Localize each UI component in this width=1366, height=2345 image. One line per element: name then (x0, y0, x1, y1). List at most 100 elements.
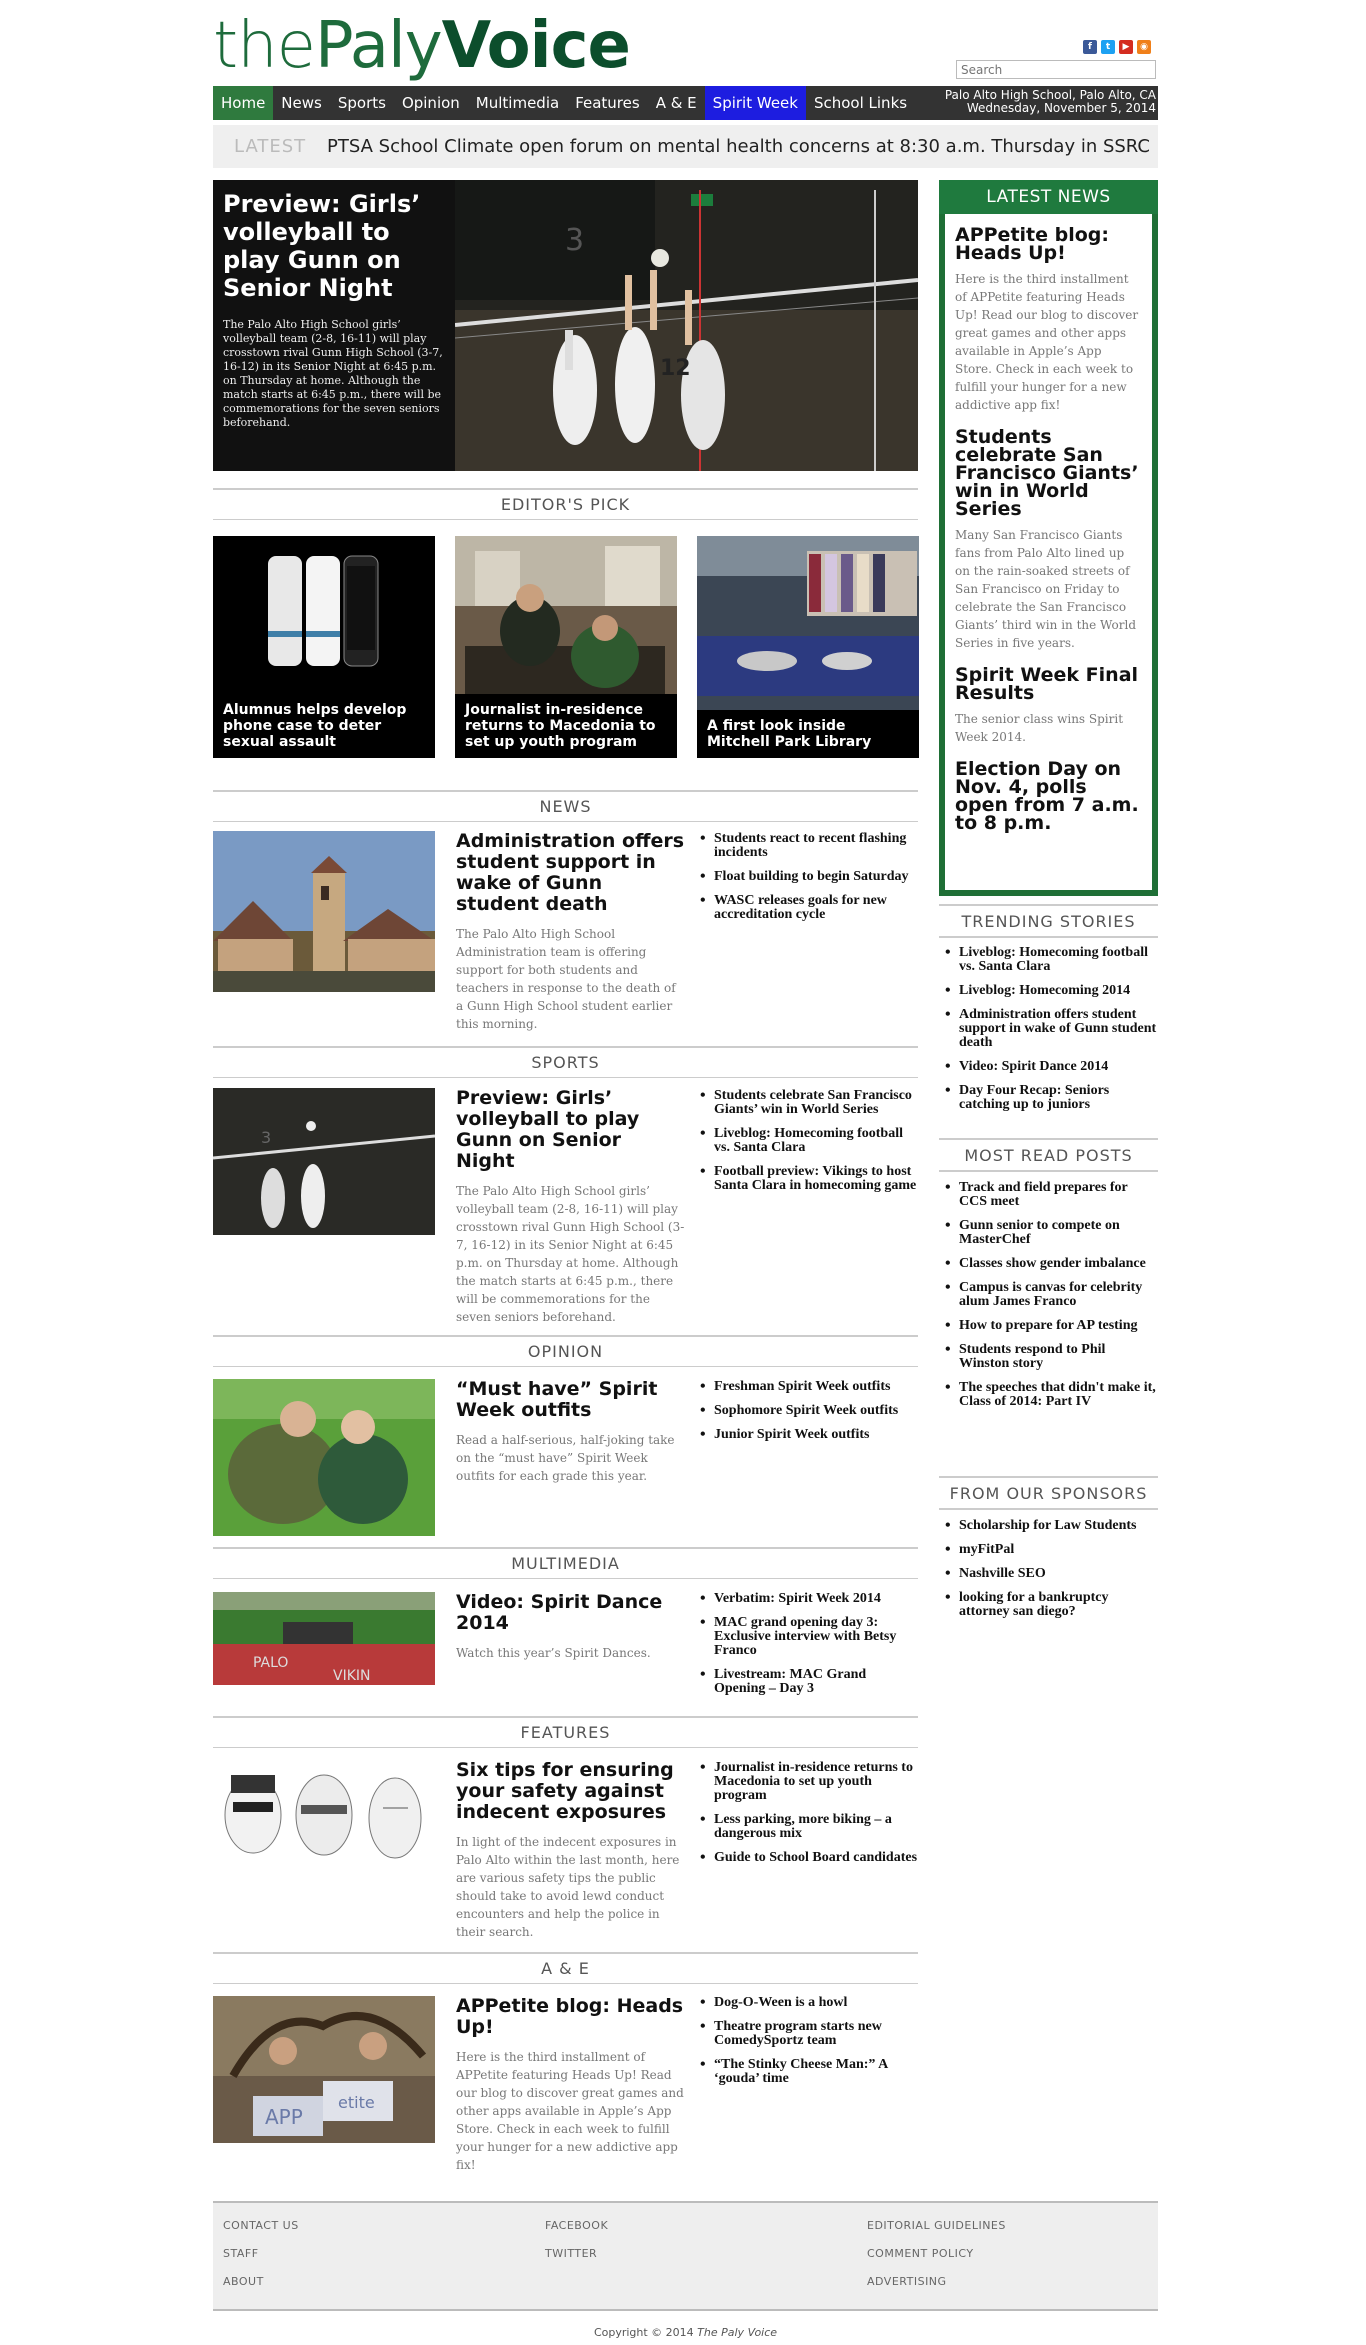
list-item[interactable]: Scholarship for Law Students (939, 1519, 1158, 1534)
list-item[interactable]: looking for a bankruptcy attorney san di… (939, 1591, 1158, 1619)
copyright-site-name: The Paly Voice (697, 2326, 778, 2339)
trending-heading: TRENDING STORIES (939, 904, 1158, 938)
list-item[interactable]: Video: Spirit Dance 2014 (939, 1060, 1158, 1075)
hero-image[interactable]: 12 3 (455, 180, 918, 471)
youtube-icon[interactable]: ▶ (1119, 40, 1133, 54)
nav-opinion[interactable]: Opinion (394, 86, 468, 120)
main-nav: Home News Sports Opinion Multimedia Feat… (213, 86, 1158, 120)
list-item[interactable]: Liveblog: Homecoming football vs. Santa … (698, 1127, 918, 1155)
list-item[interactable]: Gunn senior to compete on MasterChef (939, 1219, 1158, 1247)
features-links: Journalist in-residence returns to Maced… (698, 1761, 918, 1875)
list-item[interactable]: Nashville SEO (939, 1567, 1158, 1582)
twitter-icon[interactable]: t (1101, 40, 1115, 54)
footer-col-about: CONTACT US STAFF ABOUT (223, 2219, 299, 2303)
features-lead-summary: In light of the indecent exposures in Pa… (456, 1835, 680, 1939)
editors-pick-heading: EDITOR'S PICK (213, 488, 918, 520)
sponsors-heading: FROM OUR SPONSORS (939, 1476, 1158, 1510)
multimedia-lead: Video: Spirit Dance 2014 Watch this year… (456, 1592, 686, 1662)
site-logo[interactable]: thePalyVoice (213, 14, 631, 78)
footer-link-facebook[interactable]: FACEBOOK (545, 2219, 608, 2232)
latest-news-title[interactable]: Spirit Week Final Results (955, 666, 1142, 703)
list-item[interactable]: myFitPal (939, 1543, 1158, 1558)
sports-image[interactable]: 3 (213, 1088, 435, 1235)
list-item[interactable]: “The Stinky Cheese Man:” A ‘gouda’ time (698, 2058, 918, 2086)
list-item[interactable]: Less parking, more biking – a dangerous … (698, 1813, 918, 1841)
rss-icon[interactable]: ◉ (1137, 40, 1151, 54)
list-item[interactable]: Journalist in-residence returns to Maced… (698, 1761, 918, 1803)
list-item[interactable]: Guide to School Board candidates (698, 1851, 918, 1866)
latest-news-title[interactable]: Election Day on Nov. 4, polls open from … (955, 760, 1142, 833)
nav-school-links[interactable]: School Links (806, 86, 915, 120)
latest-news-title[interactable]: APPetite blog: Heads Up! (955, 226, 1142, 263)
multimedia-lead-title[interactable]: Video: Spirit Dance 2014 (456, 1592, 686, 1634)
list-item[interactable]: Liveblog: Homecoming 2014 (939, 984, 1158, 999)
list-item[interactable]: Verbatim: Spirit Week 2014 (698, 1592, 918, 1607)
ae-lead-title[interactable]: APPetite blog: Heads Up! (456, 1996, 686, 2038)
list-item[interactable]: WASC releases goals for new accreditatio… (698, 894, 918, 922)
list-item[interactable]: Campus is canvas for celebrity alum Jame… (939, 1281, 1158, 1309)
list-item[interactable]: Administration offers student support in… (939, 1008, 1158, 1050)
news-links: Students react to recent flashing incide… (698, 832, 918, 932)
pick-caption: A first look inside Mitchell Park Librar… (697, 710, 919, 758)
svg-text:12: 12 (660, 356, 691, 381)
nav-features[interactable]: Features (567, 86, 648, 120)
list-item[interactable]: Dog-O-Ween is a howl (698, 1996, 918, 2011)
list-item[interactable]: Liveblog: Homecoming football vs. Santa … (939, 946, 1158, 974)
footer-link-about[interactable]: ABOUT (223, 2275, 299, 2288)
latest-news-title[interactable]: Students celebrate San Francisco Giants’… (955, 428, 1142, 519)
opinion-image[interactable] (213, 1379, 435, 1536)
list-item[interactable]: Sophomore Spirit Week outfits (698, 1404, 918, 1419)
footer-link-guidelines[interactable]: EDITORIAL GUIDELINES (867, 2219, 1006, 2232)
search-input[interactable] (956, 60, 1156, 79)
opinion-lead-title[interactable]: “Must have” Spirit Week outfits (456, 1379, 686, 1421)
editors-pick-item[interactable]: Journalist in-residence returns to Maced… (455, 536, 677, 758)
list-item[interactable]: The speeches that didn't make it, Class … (939, 1381, 1158, 1409)
footer-link-contact[interactable]: CONTACT US (223, 2219, 299, 2232)
nav-news[interactable]: News (273, 86, 330, 120)
editors-pick-item[interactable]: Alumnus helps develop phone case to dete… (213, 536, 435, 758)
list-item[interactable]: Students react to recent flashing incide… (698, 832, 918, 860)
list-item[interactable]: Football preview: Vikings to host Santa … (698, 1165, 918, 1193)
nav-multimedia[interactable]: Multimedia (468, 86, 567, 120)
latest-news-summary: Here is the third installment of APPetit… (955, 272, 1139, 412)
footer-link-staff[interactable]: STAFF (223, 2247, 299, 2260)
current-date: Wednesday, November 5, 2014 (966, 101, 1156, 115)
list-item[interactable]: Junior Spirit Week outfits (698, 1428, 918, 1443)
latest-news-box: LATEST NEWS APPetite blog: Heads Up! Her… (939, 180, 1158, 896)
ae-image[interactable]: APP etite (213, 1996, 435, 2143)
nav-spirit-week[interactable]: Spirit Week (704, 86, 806, 120)
sports-lead-title[interactable]: Preview: Girls’ volleyball to play Gunn … (456, 1088, 686, 1172)
features-lead-title[interactable]: Six tips for ensuring your safety agains… (456, 1760, 686, 1823)
list-item[interactable]: How to prepare for AP testing (939, 1319, 1158, 1334)
news-lead-summary: The Palo Alto High School Administration… (456, 927, 676, 1031)
features-image[interactable] (213, 1760, 435, 1872)
hero-title[interactable]: Preview: Girls’ volleyball to play Gunn … (223, 190, 443, 302)
list-item[interactable]: MAC grand opening day 3: Exclusive inter… (698, 1616, 918, 1658)
list-item[interactable]: Freshman Spirit Week outfits (698, 1380, 918, 1395)
hero-story[interactable]: Preview: Girls’ volleyball to play Gunn … (213, 180, 918, 471)
news-image[interactable] (213, 831, 435, 992)
church-photo (213, 831, 435, 992)
list-item[interactable]: Day Four Recap: Seniors catching up to j… (939, 1084, 1158, 1112)
news-lead-title[interactable]: Administration offers student support in… (456, 831, 686, 915)
list-item[interactable]: Livestream: MAC Grand Opening – Day 3 (698, 1668, 918, 1696)
nav-home[interactable]: Home (213, 86, 274, 120)
list-item[interactable]: Students celebrate San Francisco Giants’… (698, 1089, 918, 1117)
nav-sports[interactable]: Sports (330, 86, 394, 120)
facebook-icon[interactable]: f (1083, 40, 1097, 54)
list-item[interactable]: Classes show gender imbalance (939, 1257, 1158, 1272)
list-item[interactable]: Students respond to Phil Winston story (939, 1343, 1158, 1371)
svg-text:3: 3 (261, 1128, 271, 1147)
latest-news-item: Students celebrate San Francisco Giants’… (945, 428, 1152, 652)
footer-link-advertising[interactable]: ADVERTISING (867, 2275, 1006, 2288)
multimedia-image[interactable]: PALO VIKIN (213, 1592, 435, 1685)
list-item[interactable]: Float building to begin Saturday (698, 870, 918, 885)
footer-link-comment-policy[interactable]: COMMENT POLICY (867, 2247, 1006, 2260)
multimedia-links: Verbatim: Spirit Week 2014 MAC grand ope… (698, 1592, 918, 1706)
list-item[interactable]: Theatre program starts new ComedySportz … (698, 2020, 918, 2048)
nav-ae[interactable]: A & E (648, 86, 705, 120)
editors-pick-item[interactable]: A first look inside Mitchell Park Librar… (697, 536, 919, 758)
ticker-text[interactable]: PTSA School Climate open forum on mental… (327, 136, 1150, 157)
footer-link-twitter[interactable]: TWITTER (545, 2247, 608, 2260)
list-item[interactable]: Track and field prepares for CCS meet (939, 1181, 1158, 1209)
